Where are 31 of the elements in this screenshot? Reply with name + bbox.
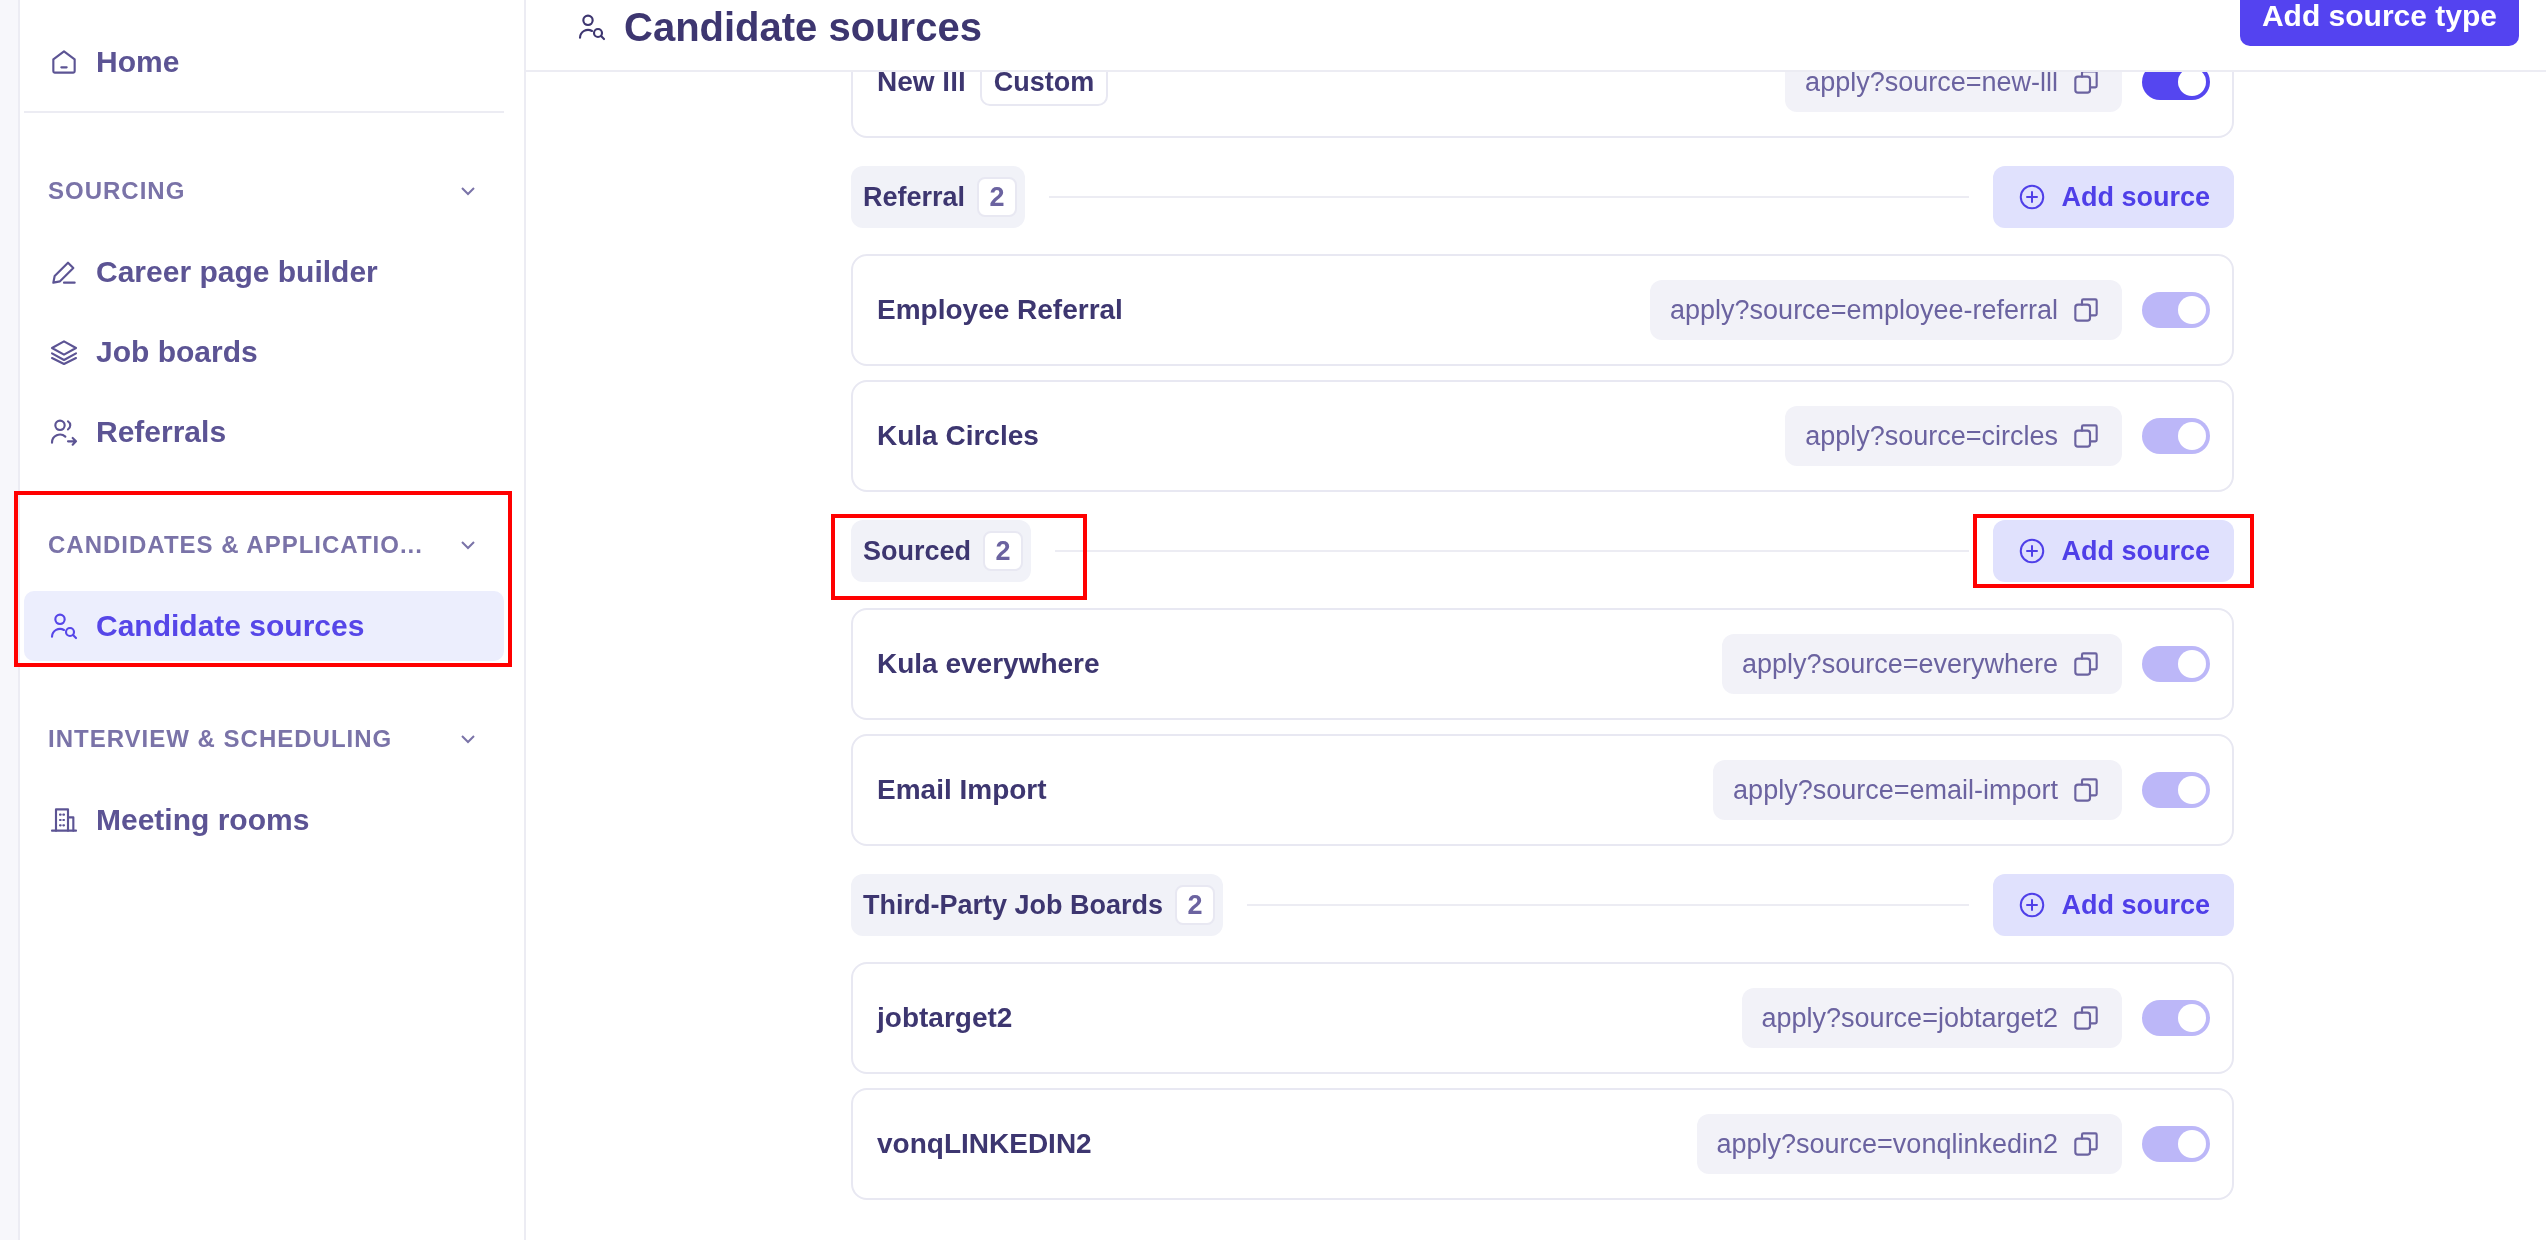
sidebar-item[interactable]: Career page builder	[24, 237, 504, 307]
section-header[interactable]: CANDIDATES & APPLICATIO...	[24, 515, 504, 575]
add-source-button[interactable]: Add source	[1993, 166, 2234, 228]
add-source-button[interactable]: Add source	[1993, 520, 2234, 582]
add-source-button[interactable]: Add source	[1993, 874, 2234, 936]
section-title: CANDIDATES & APPLICATIO...	[48, 531, 423, 559]
sidebar-item[interactable]: Job boards	[24, 317, 504, 387]
add-source-type-button[interactable]: Add source type	[2239, 0, 2519, 46]
group-count: 2	[983, 531, 1024, 571]
sidebar-item[interactable]: Referrals	[24, 397, 504, 467]
source-name: Kula everywhere	[877, 648, 1100, 680]
section-title: INTERVIEW & SCHEDULING	[48, 725, 393, 753]
sidebar-item[interactable]: Candidate sources	[24, 591, 504, 661]
source-tag: Custom	[979, 72, 1109, 106]
toggle-switch[interactable]	[2142, 72, 2210, 100]
section-header[interactable]: SOURCING	[24, 161, 504, 221]
sidebar-item[interactable]: Meeting rooms	[24, 785, 504, 855]
source-name: Employee Referral	[877, 294, 1123, 326]
sidebar-item[interactable]: Home	[24, 27, 504, 97]
group-count: 2	[1175, 885, 1216, 925]
group-name: Sourced	[863, 535, 972, 567]
source-name: Email Import	[877, 774, 1047, 806]
page-title: Candidate sources	[624, 4, 982, 50]
group-count: 2	[977, 177, 1018, 217]
source-name: Kula Circles	[877, 420, 1039, 452]
source-name: jobtarget2	[877, 1002, 1013, 1034]
section-header[interactable]: INTERVIEW & SCHEDULING	[24, 709, 504, 769]
group-name: Referral	[863, 181, 966, 213]
section-title: SOURCING	[48, 177, 186, 205]
source-name: vonqLINKEDIN2	[877, 1128, 1092, 1160]
group-name: Third-Party Job Boards	[863, 889, 1164, 921]
